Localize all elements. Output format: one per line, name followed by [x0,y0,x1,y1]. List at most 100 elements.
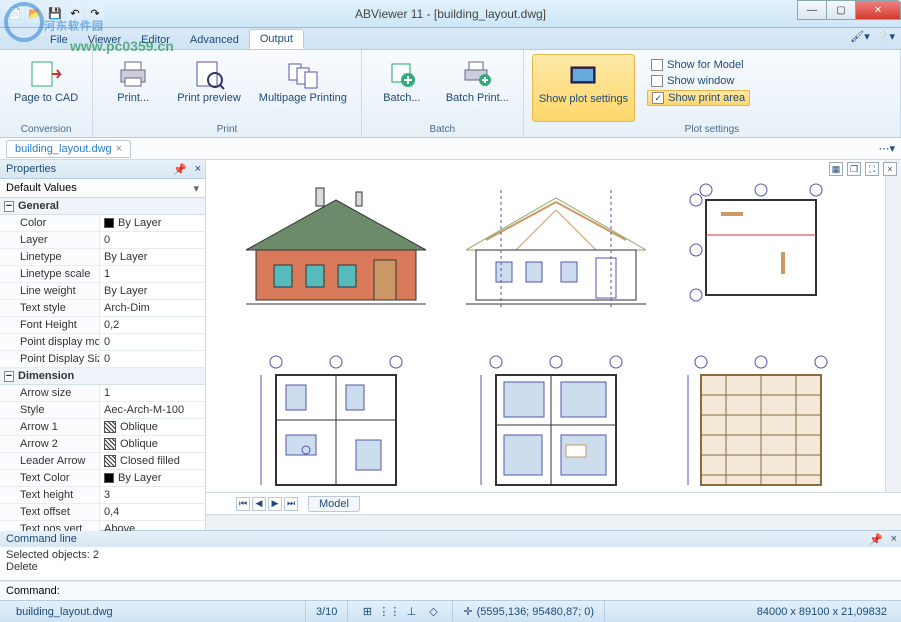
ribbon-tab-editor[interactable]: Editor [131,31,180,49]
batch-button[interactable]: Batch... [370,54,434,122]
multipage-printing-button[interactable]: Multipage Printing [253,54,353,122]
style-dropdown-icon[interactable]: 🖌▾ [850,30,870,43]
property-value[interactable]: 0 [100,351,205,367]
property-row: Leader ArrowClosed filled [0,453,205,470]
show-print-area-option[interactable]: ✓Show print area [647,90,750,106]
ribbon-group-print: Print... Print preview Multipage Printin… [93,50,362,137]
property-key: Arrow size [0,385,100,401]
command-panel: Command line 📌 × Selected objects: 2 Del… [0,530,901,600]
print-preview-button[interactable]: Print preview [171,54,247,122]
property-key: Linetype scale [0,266,100,282]
maximize-view-icon[interactable]: ⛶ [865,162,879,176]
property-value[interactable]: 0 [100,232,205,248]
preview-icon [193,58,225,90]
property-row: LinetypeBy Layer [0,249,205,266]
property-row: Text ColorBy Layer [0,470,205,487]
crosshair-icon [463,605,472,618]
property-value[interactable]: By Layer [100,470,205,486]
drawing-canvas[interactable] [206,160,901,492]
grid-icon[interactable]: ⋮⋮ [381,604,397,620]
property-value[interactable]: 1 [100,385,205,401]
status-dimensions: 84000 x 89100 x 21,09832 [747,601,897,622]
property-value[interactable]: By Layer [100,283,205,299]
command-input[interactable] [63,585,863,597]
property-key: Point Display Siz [0,351,100,367]
pin-icon[interactable]: 📌 [869,533,883,546]
properties-dropdown[interactable]: Default Values [0,179,205,198]
property-value[interactable]: Oblique [100,419,205,435]
help-icon[interactable]: ❔▾ [876,30,895,43]
ribbon-tab-advanced[interactable]: Advanced [180,31,249,49]
close-panel-icon[interactable]: × [195,163,201,175]
document-tab[interactable]: building_layout.dwg× [6,140,131,158]
window-title: ABViewer 11 - [building_layout.dwg] [355,7,546,21]
qat-redo-icon[interactable]: ↷ [86,5,104,23]
property-value[interactable]: Closed filled [100,453,205,469]
property-key: Text Color [0,470,100,486]
property-value[interactable]: Arch-Dim [100,300,205,316]
osnap-icon[interactable]: ◇ [425,604,441,620]
show-window-option[interactable]: Show window [647,74,750,88]
close-panel-icon[interactable]: × [891,533,897,545]
property-value[interactable]: 3 [100,487,205,503]
model-tab[interactable]: Model [308,496,360,512]
property-value[interactable]: 0,2 [100,317,205,333]
property-value[interactable]: Oblique [100,436,205,452]
ribbon-group-conversion: Page to CAD Conversion [0,50,93,137]
ortho-icon[interactable]: ⊥ [403,604,419,620]
close-view-icon[interactable]: × [883,162,897,176]
horizontal-scrollbar[interactable] [206,514,901,530]
pattern-swatch-icon [104,438,116,450]
canvas-area: ▦ ❐ ⛶ × [206,160,901,530]
property-value[interactable]: 0,4 [100,504,205,520]
plot-icon [567,59,599,91]
prev-layout-icon[interactable]: ◀ [252,497,266,511]
checkbox-icon: ✓ [652,92,664,104]
command-header: Command line 📌 × [0,531,901,547]
cascade-icon[interactable]: ❐ [847,162,861,176]
property-value[interactable]: By Layer [100,249,205,265]
page-to-cad-button[interactable]: Page to CAD [8,54,84,122]
show-for-model-option[interactable]: Show for Model [647,58,750,72]
last-layout-icon[interactable]: ⏭ [284,497,298,511]
maximize-button[interactable]: ▢ [826,0,856,20]
ribbon-tab-output[interactable]: Output [249,29,304,49]
status-file: building_layout.dwg [6,601,306,622]
snap-icon[interactable]: ⊞ [359,604,375,620]
property-value[interactable]: By Layer [100,215,205,231]
tile-icon[interactable]: ▦ [829,162,843,176]
qat-undo-icon[interactable]: ↶ [66,5,84,23]
property-value[interactable]: 1 [100,266,205,282]
first-layout-icon[interactable]: ⏮ [236,497,250,511]
property-row: Font Height0,2 [0,317,205,334]
document-tab-row: building_layout.dwg× ⋯▾ [0,138,901,160]
property-key: Leader Arrow [0,453,100,469]
main-area: Properties 📌 × Default Values −GeneralCo… [0,160,901,530]
print-button[interactable]: Print... [101,54,165,122]
ribbon-tab-file[interactable]: File [40,31,78,49]
close-button[interactable]: ✕ [855,0,901,20]
property-value[interactable]: Aec-Arch-M-100 [100,402,205,418]
property-section-header[interactable]: −Dimension [0,368,205,385]
pin-icon[interactable]: 📌 [173,163,187,176]
close-tab-icon[interactable]: × [116,143,122,155]
minimize-button[interactable]: — [797,0,827,20]
qat-open-icon[interactable]: 📂 [26,5,44,23]
next-layout-icon[interactable]: ▶ [268,497,282,511]
vertical-scrollbar[interactable] [885,160,901,492]
property-row: Arrow 2Oblique [0,436,205,453]
qat-save-icon[interactable]: 💾 [46,5,64,23]
property-row: Point display mo0 [0,334,205,351]
show-plot-settings-button[interactable]: Show plot settings [532,54,635,122]
command-prompt: Command: [6,585,60,597]
model-tab-row: ⏮ ◀ ▶ ⏭ Model [206,492,901,514]
ribbon-tab-viewer[interactable]: Viewer [78,31,131,49]
batch-print-button[interactable]: Batch Print... [440,54,515,122]
qat-new-icon[interactable]: 📄 [6,5,24,23]
property-row: Text height3 [0,487,205,504]
property-value[interactable]: 0 [100,334,205,350]
panel-options-icon[interactable]: ⋯▾ [878,142,895,155]
property-section-header[interactable]: −General [0,198,205,215]
property-key: Line weight [0,283,100,299]
titlebar: 📄 📂 💾 ↶ ↷ ABViewer 11 - [building_layout… [0,0,901,28]
